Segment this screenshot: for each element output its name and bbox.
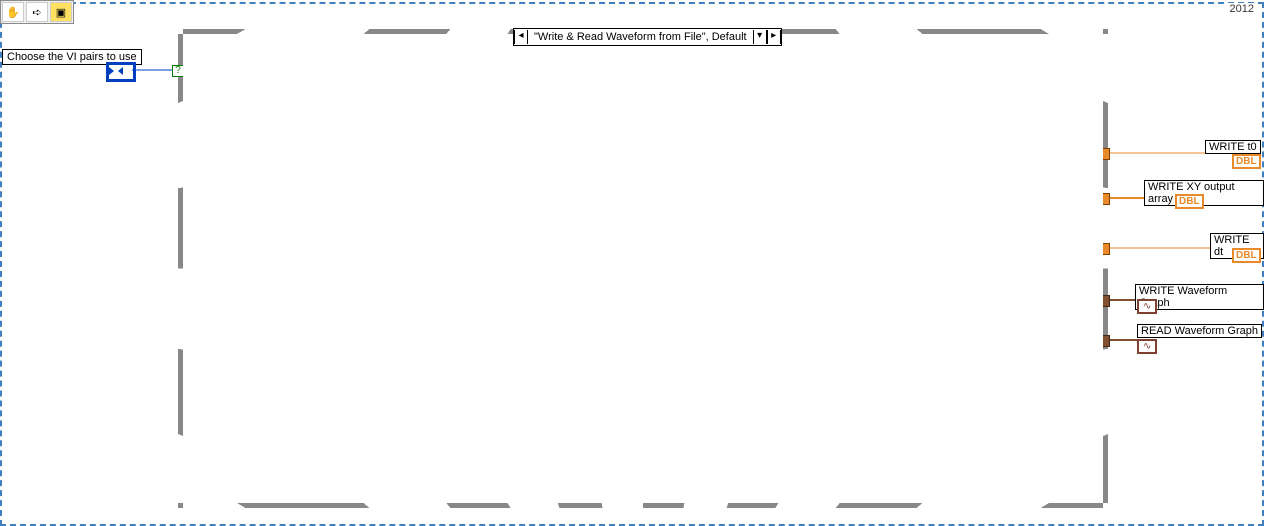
case-next-icon[interactable]: ▸ <box>767 30 781 44</box>
read-wg-label: READ Waveform Graph <box>1137 324 1262 338</box>
year-label: 2012 <box>1227 3 1257 15</box>
enum-control[interactable] <box>106 62 136 82</box>
write-xy-label: WRITE XY output array <box>1144 180 1264 206</box>
write-dt-terminal[interactable]: DBL <box>1232 248 1261 263</box>
write-wg-terminal[interactable]: ∿ <box>1137 299 1157 314</box>
write-xy-terminal[interactable]: DBL <box>1175 194 1204 209</box>
hand-tool-button[interactable]: ✋ <box>2 2 24 22</box>
case-dropdown-icon[interactable]: ▾ <box>753 30 767 44</box>
write-t0-terminal[interactable]: DBL <box>1232 154 1261 169</box>
case-structure: ◂ "Write & Read Waveform from File", Def… <box>178 29 1108 508</box>
run-button[interactable]: ▣ <box>50 2 72 22</box>
arrow-tool-button[interactable]: ➪ <box>26 2 48 22</box>
case-selector-text: "Write & Read Waveform from File", Defau… <box>528 31 753 43</box>
case-selector[interactable]: ◂ "Write & Read Waveform from File", Def… <box>513 28 782 46</box>
write-t0-label: WRITE t0 <box>1205 140 1261 154</box>
read-wg-terminal[interactable]: ∿ <box>1137 339 1157 354</box>
toolbar: ✋ ➪ ▣ <box>0 0 74 24</box>
case-prev-icon[interactable]: ◂ <box>514 30 528 44</box>
